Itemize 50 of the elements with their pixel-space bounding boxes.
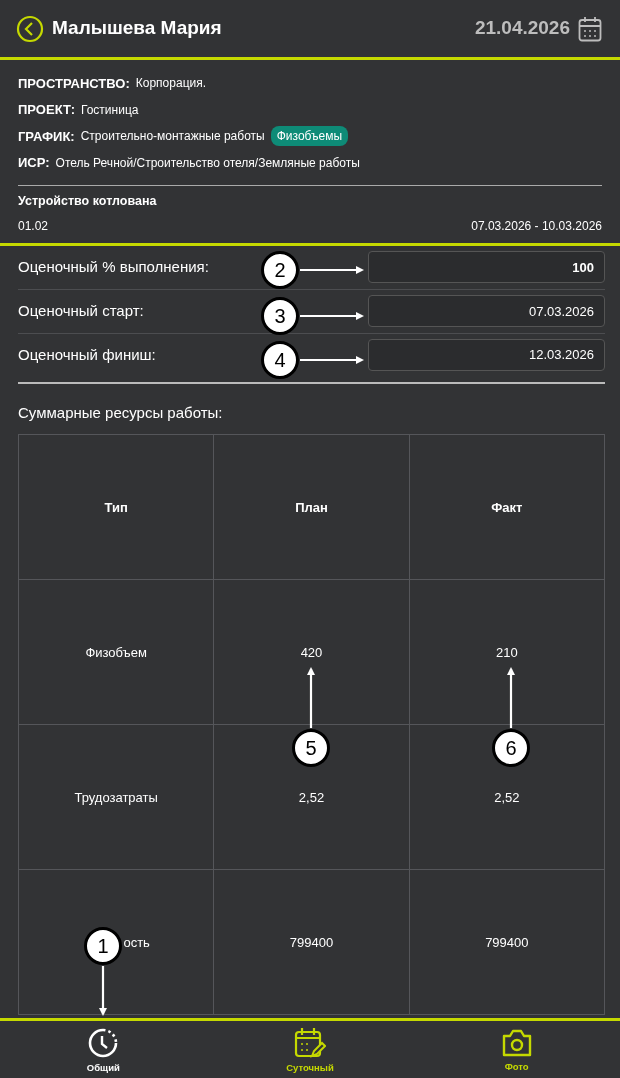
- tag: Физобъемы: [270, 126, 349, 147]
- nav-tab[interactable]: Суточный: [206, 1021, 414, 1078]
- calendar-edit-icon: [294, 1026, 326, 1059]
- calendar-icon[interactable]: [578, 15, 602, 42]
- nav-tab[interactable]: Фото: [413, 1021, 620, 1078]
- callout-number: 1: [84, 927, 122, 965]
- arrow: [507, 667, 515, 728]
- field-value: Гостиница: [81, 101, 139, 119]
- column-header: План: [213, 434, 410, 580]
- arrow: [307, 667, 315, 728]
- table-cell: 799400: [409, 869, 605, 1015]
- arrow: [300, 356, 364, 364]
- section-title: Суммарные ресурсы работы:: [17, 402, 224, 423]
- column-header: Тип: [18, 434, 214, 580]
- arrow: [99, 966, 107, 1016]
- arrow: [300, 266, 364, 274]
- nav-tab[interactable]: Общий: [0, 1021, 207, 1078]
- date-text: 21.04.2026: [474, 16, 570, 41]
- camera-icon: [500, 1027, 533, 1058]
- page-title: Малышева Мария: [52, 16, 222, 41]
- column-header: Факт: [409, 434, 605, 580]
- table-cell: 420: [213, 579, 410, 725]
- input-field[interactable]: 100: [368, 251, 605, 284]
- field-label: ИСР:: [18, 154, 50, 172]
- callout-number: 6: [492, 729, 530, 767]
- task-period: 07.03.2026 - 10.03.2026: [471, 217, 602, 235]
- callout-number: 5: [292, 729, 330, 767]
- clock-icon: [87, 1026, 120, 1059]
- input-field[interactable]: 12.03.2026: [368, 338, 605, 371]
- field-label: ПРОСТРАНСТВО:: [18, 74, 130, 93]
- arrow: [300, 312, 364, 320]
- field-label: Оценочный финиш:: [18, 344, 156, 365]
- table-cell: 799400: [213, 869, 410, 1015]
- callout-number: 3: [261, 297, 299, 335]
- field-label: Оценочный старт:: [18, 301, 144, 321]
- field-label: Оценочный % выполнения:: [18, 257, 209, 277]
- table-cell: 210: [409, 579, 605, 725]
- field-label: ПРОЕКТ:: [18, 101, 75, 119]
- task-code: 01.02: [18, 217, 49, 235]
- table-cell: Физобъем: [18, 579, 214, 725]
- callout-number: 2: [261, 251, 299, 289]
- field-value: Отель Речной/Строительство отеля/Земляные работы: [55, 154, 360, 172]
- task-name: Устройство котлована: [18, 193, 158, 210]
- back-icon[interactable]: [16, 14, 44, 43]
- field-value: Корпорация.: [135, 75, 207, 93]
- callout-number: 4: [261, 341, 299, 379]
- table-cell: Трудозатраты: [18, 724, 214, 870]
- field-label: ГРАФИК:: [18, 127, 75, 146]
- input-field[interactable]: 07.03.2026: [368, 295, 605, 328]
- field-value: Строительно-монтажные работы: [80, 128, 265, 146]
